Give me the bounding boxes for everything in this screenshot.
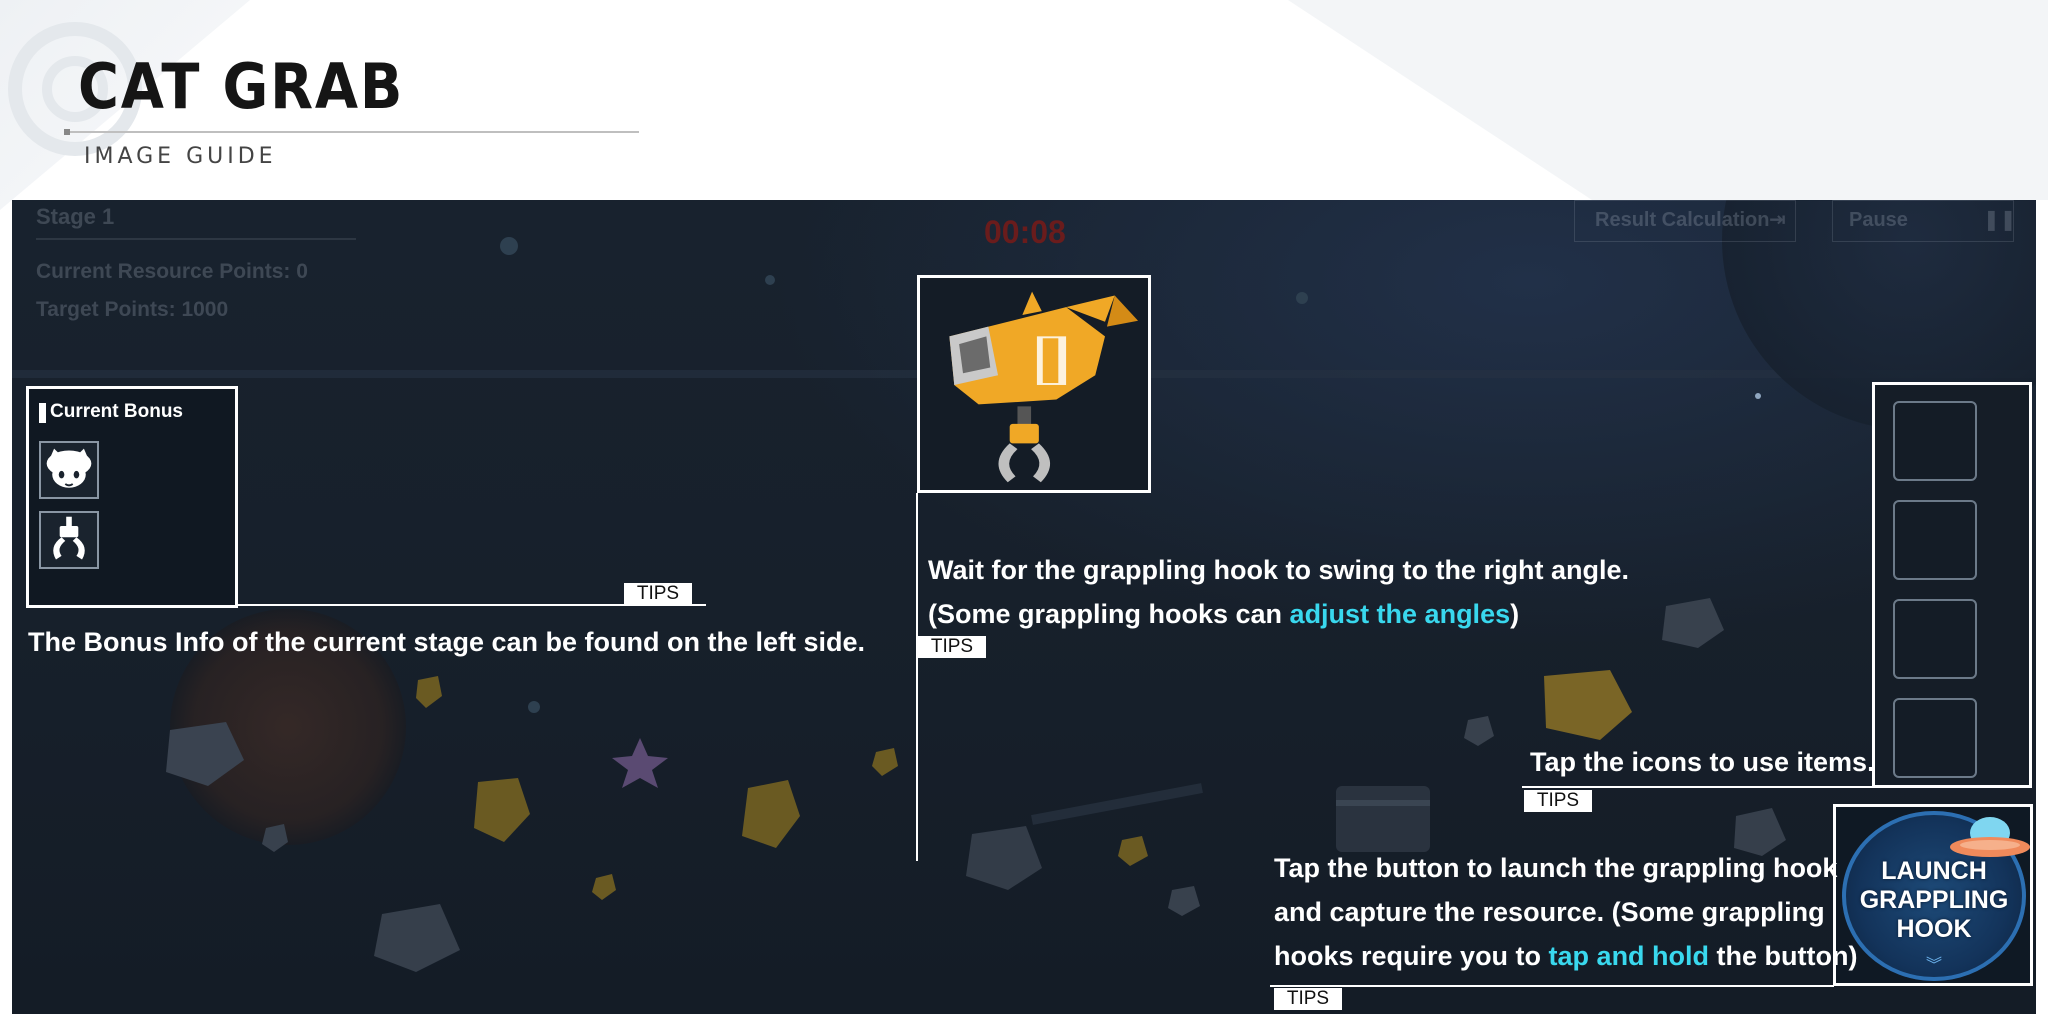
claw-icon <box>53 516 85 560</box>
title-divider <box>64 131 639 133</box>
page-title: CAT GRAB <box>78 50 405 123</box>
bonus-slot-claw <box>39 511 99 569</box>
pause-label: Pause <box>1849 209 1908 231</box>
target-points: Target Points: 1000 <box>36 298 229 321</box>
game-screen: Stage 1 Current Resource Points: 0 Targe… <box>12 200 2036 1014</box>
tip-launch-line3: hooks require you to tap and hold the bu… <box>1274 934 1857 978</box>
current-bonus-panel: Current Bonus <box>26 386 238 608</box>
bonus-slot-cat <box>39 441 99 499</box>
tip-hook-line1: Wait for the grappling hook to swing to … <box>928 555 1629 585</box>
tip-launch-line3-end: the button) <box>1709 941 1858 971</box>
tip-hook-line2-start: (Some grappling hooks can <box>928 599 1290 629</box>
result-calculation-label: Result Calculation <box>1595 209 1770 231</box>
launch-connector-line <box>1270 985 1834 987</box>
tip-launch-line2: and capture the resource. (Some grapplin… <box>1274 897 1825 927</box>
ufo-icon <box>1950 817 2030 857</box>
current-points: Current Resource Points: 0 <box>36 260 308 283</box>
pause-button[interactable]: Pause ❚❚ <box>1832 200 2017 242</box>
launch-button-frame: LAUNCH GRAPPLING HOOK ︾ <box>1833 804 2033 986</box>
items-panel <box>1872 382 2032 788</box>
timer: 00:08 <box>984 214 1066 250</box>
header-decoration-right <box>1288 0 2048 200</box>
tip-launch-line1: Tap the button to launch the grappling h… <box>1274 853 1838 883</box>
hook-preview-box <box>917 275 1151 493</box>
launch-label-line2: GRAPPLING <box>1859 886 2009 914</box>
exit-icon: ⇥ <box>1769 209 1786 231</box>
items-connector-line <box>1522 786 1872 788</box>
tips-label-items: TIPS <box>1524 790 1592 812</box>
tip-launch-highlight: tap and hold <box>1548 941 1710 971</box>
pause-icon: ❚❚ <box>1983 209 2017 231</box>
tip-items-text: Tap the icons to use items. <box>1530 747 1875 777</box>
title-divider-tick <box>64 129 70 135</box>
tip-hook-highlight: adjust the angles <box>1289 599 1511 629</box>
hook-connector-line <box>916 493 918 861</box>
tip-hook-line2-end: ) <box>1510 599 1520 629</box>
bonus-title-marker <box>39 403 46 423</box>
tips-label-bonus: TIPS <box>624 583 692 605</box>
tip-hook-line2: (Some grappling hooks can adjust the ang… <box>928 592 1519 636</box>
item-slot-3[interactable] <box>1893 599 1977 679</box>
cat-face-icon <box>46 448 92 488</box>
grappling-hook-ship-icon <box>949 291 1139 483</box>
tip-bonus-text: The Bonus Info of the current stage can … <box>28 627 866 657</box>
stage-label: Stage 1 <box>36 204 115 229</box>
bonus-title: Current Bonus <box>50 401 183 422</box>
page-subtitle: IMAGE GUIDE <box>84 144 277 169</box>
item-slot-1[interactable] <box>1893 401 1977 481</box>
tips-label-launch: TIPS <box>1274 988 1342 1010</box>
tip-launch-line3-start: hooks require you to <box>1274 941 1549 971</box>
chevron-down-icon: ︾ <box>1926 955 1943 974</box>
item-slot-2[interactable] <box>1893 500 1977 580</box>
item-slot-4[interactable] <box>1893 698 1977 778</box>
tips-label-hook: TIPS <box>918 636 986 658</box>
stage-divider <box>36 238 356 240</box>
result-calculation-button[interactable]: Result Calculation ⇥ <box>1574 200 1796 242</box>
launch-label-line3: HOOK <box>1896 915 1972 943</box>
